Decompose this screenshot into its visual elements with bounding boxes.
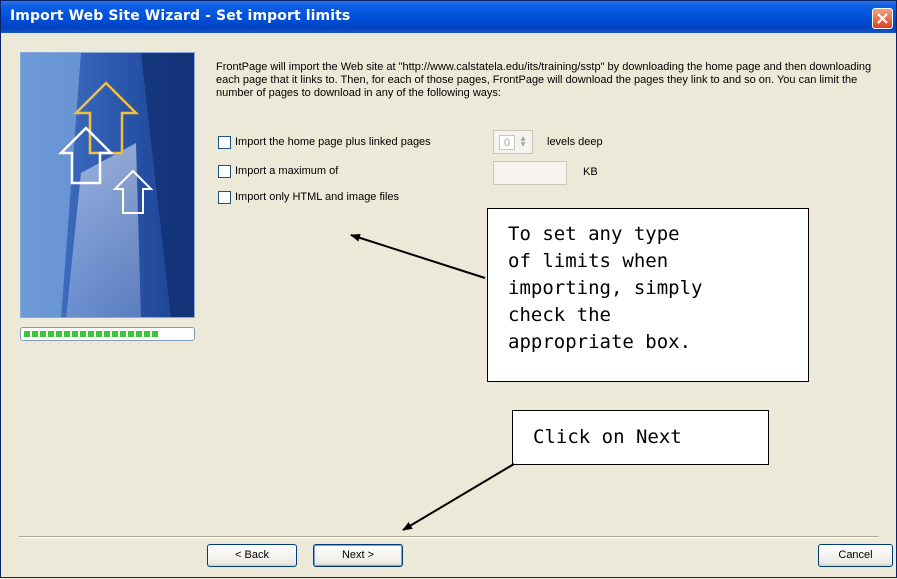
progress-block [136, 331, 142, 337]
option-html-images-label: Import only HTML and image files [235, 191, 400, 203]
levels-spinner[interactable]: 0 ▲ ▼ [493, 130, 533, 154]
progress-block [40, 331, 46, 337]
progress-block [64, 331, 70, 337]
progress-block [56, 331, 62, 337]
progress-block [80, 331, 86, 337]
wizard-illustration [20, 52, 195, 318]
cancel-button[interactable]: Cancel [818, 544, 893, 567]
progress-bar [20, 327, 195, 341]
progress-block [32, 331, 38, 337]
checkbox-max-size[interactable] [218, 164, 231, 178]
option-max-size[interactable]: Import a maximum of [218, 164, 338, 178]
checkbox-linked-pages[interactable] [218, 135, 231, 149]
progress-block [104, 331, 110, 337]
progress-block [144, 331, 150, 337]
intro-text: FrontPage will import the Web site at "h… [216, 61, 872, 99]
progress-block [88, 331, 94, 337]
levels-suffix: levels deep [547, 136, 603, 148]
close-button[interactable] [872, 8, 893, 29]
progress-block [72, 331, 78, 337]
progress-fill [24, 331, 158, 337]
levels-value[interactable]: 0 [499, 135, 515, 150]
option-linked-pages-label: Import the home page plus linked pages [235, 136, 431, 148]
max-size-unit: KB [583, 166, 598, 178]
progress-block [24, 331, 30, 337]
progress-block [48, 331, 54, 337]
progress-block [152, 331, 158, 337]
close-icon [877, 13, 888, 24]
checkbox-html-images[interactable] [218, 190, 231, 204]
next-button[interactable]: Next > [313, 544, 403, 567]
progress-block [96, 331, 102, 337]
option-max-size-label: Import a maximum of [235, 165, 339, 177]
progress-block [128, 331, 134, 337]
option-linked-pages[interactable]: Import the home page plus linked pages [218, 135, 431, 149]
max-size-input[interactable] [493, 161, 567, 185]
arrow-to-next [402, 463, 515, 531]
arrow-to-checkboxes [350, 233, 486, 279]
spinner-arrows-icon[interactable]: ▲ ▼ [519, 136, 527, 149]
button-separator [19, 536, 879, 538]
title-bar[interactable]: Import Web Site Wizard - Set import limi… [1, 1, 896, 33]
callout-next: Click on Next [512, 410, 769, 465]
option-html-images[interactable]: Import only HTML and image files [218, 190, 399, 204]
progress-block [112, 331, 118, 337]
wizard-window: Import Web Site Wizard - Set import limi… [0, 0, 897, 578]
progress-block [120, 331, 126, 337]
window-title: Import Web Site Wizard - Set import limi… [10, 8, 351, 24]
back-button[interactable]: < Back [207, 544, 297, 567]
callout-limits: To set any type of limits when importing… [487, 208, 809, 382]
